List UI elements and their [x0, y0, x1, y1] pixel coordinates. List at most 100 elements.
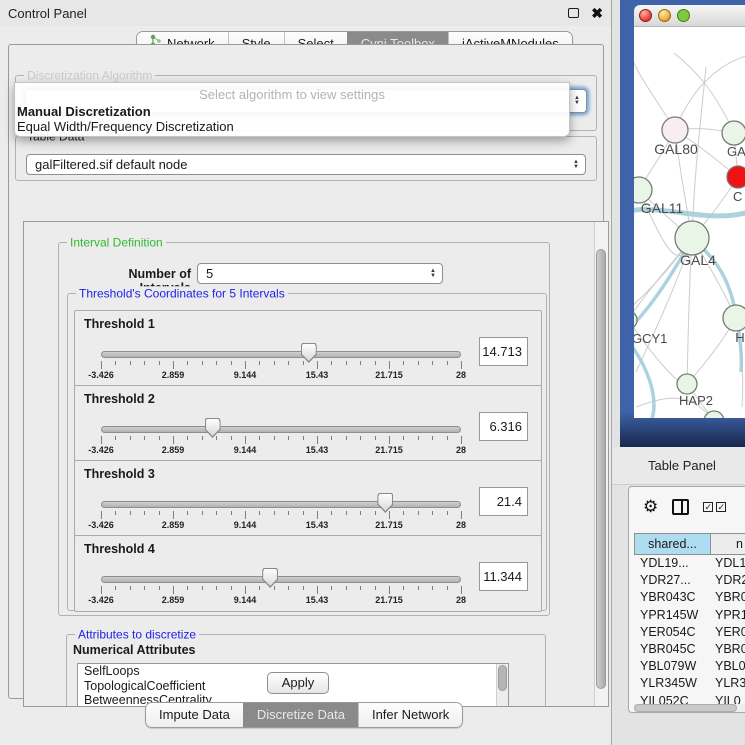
network-window-titlebar[interactable] [634, 5, 745, 27]
table-row[interactable]: YBR043CYBR0 [634, 589, 745, 606]
num-intervals-combobox[interactable]: 5 ▲▼ [197, 263, 443, 284]
table-row[interactable]: YER054CYER0 [634, 624, 745, 641]
table-cell: YPR1 [711, 607, 745, 624]
table-cell: YDL19... [634, 555, 711, 572]
table-data-combobox[interactable]: galFiltered.sif default node ▲▼ [26, 154, 586, 175]
network-node-c[interactable] [727, 166, 745, 188]
slider-track[interactable] [101, 576, 461, 583]
threshold-value-field[interactable]: 14.713 [479, 337, 528, 366]
tab-label: Discretize Data [257, 703, 345, 727]
network-node-gcy1[interactable] [634, 311, 637, 329]
attributes-groupbox: Attributes to discretize Numerical Attri… [66, 634, 546, 707]
network-node-gal80[interactable] [662, 117, 688, 143]
table-row[interactable]: YLR345WYLR3 [634, 675, 745, 692]
checkbox-icon[interactable]: ✓ [716, 502, 726, 512]
table-horizontal-scrollbar[interactable] [634, 704, 745, 712]
network-node-gal4[interactable] [675, 221, 709, 255]
table-cell: YBR045C [634, 641, 711, 658]
mac-zoom-icon[interactable] [677, 9, 690, 22]
tab-impute-data[interactable]: Impute Data [146, 703, 243, 727]
table-panel-title: Table Panel [612, 447, 745, 485]
algorithm-dropdown-popup: Select algorithm to view settings Manual… [14, 82, 570, 137]
slider-ticks [101, 436, 461, 445]
column-header[interactable]: n [711, 533, 745, 555]
slider-tick-labels: -3.4262.8599.14415.4321.71528 [101, 595, 461, 607]
checkbox-icons[interactable]: ✓ ✓ [703, 502, 726, 512]
columns-icon[interactable] [672, 499, 689, 515]
interval-definition-groupbox: Interval Definition Number of Intervals … [58, 242, 550, 616]
dropdown-placeholder: Select algorithm to view settings [15, 87, 569, 102]
threshold-value-field[interactable]: 21.4 [479, 487, 528, 516]
slider-track[interactable] [101, 351, 461, 358]
checkbox-icon[interactable]: ✓ [703, 502, 713, 512]
table-data-groupbox: Table Data galFiltered.sif default node … [15, 136, 597, 181]
apply-button[interactable]: Apply [267, 672, 329, 694]
threshold-row: Threshold 1-3.4262.8599.14415.4321.71528… [74, 310, 542, 387]
slider-thumb[interactable] [262, 568, 278, 588]
slider-thumb[interactable] [377, 493, 393, 513]
control-panel-titlebar: Control Panel ✖ [0, 0, 611, 26]
bottom-tab-bar: Impute Data Discretize Data Infer Network [145, 702, 463, 728]
table-cell: YBR043C [634, 589, 711, 606]
close-icon[interactable]: ✖ [591, 6, 603, 20]
slider-track[interactable] [101, 501, 461, 508]
tab-label: Impute Data [159, 703, 230, 727]
mac-close-icon[interactable] [639, 9, 652, 22]
table-data-selected: galFiltered.sif default node [35, 157, 187, 172]
slider-thumb[interactable] [205, 418, 221, 438]
threshold-value-field[interactable]: 11.344 [479, 562, 528, 591]
dropdown-item[interactable]: Equal Width/Frequency Discretization [17, 119, 234, 134]
table-cell: YDL1 [711, 555, 745, 572]
network-node-label: H [735, 330, 744, 345]
table-row[interactable]: YBR045CYBR0 [634, 641, 745, 658]
threshold-row: Threshold 4-3.4262.8599.14415.4321.71528… [74, 535, 542, 612]
network-window: GAL80GACGAL11GAL4GCY1HHAP2 [620, 0, 745, 447]
network-graph: GAL80GACGAL11GAL4GCY1HHAP2 [634, 27, 745, 418]
float-window-icon[interactable] [568, 8, 579, 18]
table-row[interactable]: YDR27...YDR2 [634, 572, 745, 589]
panel-scrollbar[interactable] [594, 222, 608, 706]
threshold-row: Threshold 3-3.4262.8599.14415.4321.71528… [74, 460, 542, 537]
network-node-hap2[interactable] [677, 374, 697, 394]
combo-arrows-icon: ▲▼ [567, 160, 585, 170]
network-node-label: GAL4 [680, 252, 716, 268]
gear-icon[interactable]: ⚙ [643, 497, 658, 517]
table-panel: ⚙ ✓ ✓ shared...n YDL19...YDL1YDR27...YDR… [628, 486, 745, 713]
network-node[interactable] [704, 411, 724, 418]
interval-definition-label: Interval Definition [67, 235, 166, 249]
table-cell: YPR145W [634, 607, 711, 624]
table-toolbar: ⚙ ✓ ✓ [629, 487, 745, 527]
dropdown-item[interactable]: Manual Discretization [17, 104, 151, 119]
column-header[interactable]: shared... [634, 533, 711, 555]
table-cell: YBL0 [711, 658, 745, 675]
table-row[interactable]: YIL052CYIL0 [634, 693, 745, 705]
network-canvas[interactable]: GAL80GACGAL11GAL4GCY1HHAP2 [634, 27, 745, 418]
slider-track[interactable] [101, 426, 461, 433]
threshold-value-field[interactable]: 6.316 [479, 412, 528, 441]
table-cell: YBR0 [711, 589, 745, 606]
list-scrollbar[interactable] [496, 664, 508, 707]
network-node-ga[interactable] [722, 121, 745, 145]
combo-arrows-icon: ▲▼ [424, 269, 442, 279]
tab-infer-network[interactable]: Infer Network [358, 703, 462, 727]
panel-title: Control Panel [8, 6, 87, 21]
table-cell: YBL079W [634, 658, 711, 675]
table-row[interactable]: YDL19...YDL1 [634, 555, 745, 572]
threshold-label: Threshold 2 [84, 392, 155, 406]
node-attribute-table[interactable]: shared...n YDL19...YDL1YDR27...YDR2YBR04… [634, 533, 745, 704]
slider-tick-labels: -3.4262.8599.14415.4321.71528 [101, 370, 461, 382]
thresholds-group-label: Threshold's Coordinates for 5 Intervals [76, 286, 288, 300]
network-node-h[interactable] [723, 305, 745, 331]
table-row[interactable]: YPR145WYPR1 [634, 607, 745, 624]
slider-thumb[interactable] [301, 343, 317, 363]
table-cell: YBR0 [711, 641, 745, 658]
tab-label: Infer Network [372, 703, 449, 727]
table-header-row: shared...n [634, 533, 745, 555]
network-node-label: GAL80 [654, 141, 698, 157]
network-node-label: GCY1 [634, 331, 667, 346]
slider-ticks [101, 586, 461, 595]
mac-minimize-icon[interactable] [658, 9, 671, 22]
numerical-attributes-title: Numerical Attributes [73, 643, 195, 657]
table-row[interactable]: YBL079WYBL0 [634, 658, 745, 675]
tab-discretize-data[interactable]: Discretize Data [243, 703, 358, 727]
